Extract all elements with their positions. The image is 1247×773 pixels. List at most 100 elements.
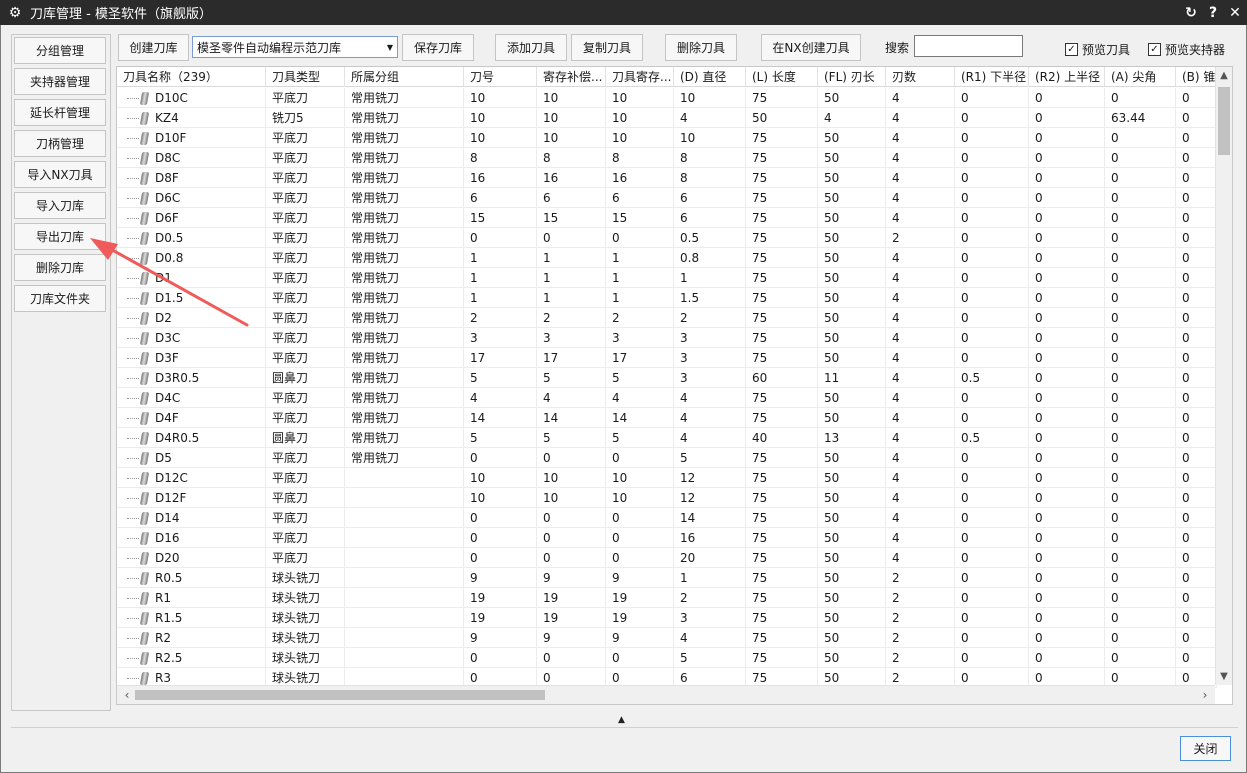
table-cell: 1: [606, 288, 674, 308]
column-header[interactable]: 所属分组: [345, 67, 464, 87]
table-cell: 3: [674, 368, 746, 388]
table-cell: 平底刀: [266, 188, 345, 208]
table-row[interactable]: D0.8 平底刀 常用铣刀 1 1 1 0.8 75 50 4 0 0 0 0: [117, 248, 1217, 268]
column-header[interactable]: (R2) 上半径: [1029, 67, 1105, 87]
vertical-scrollbar[interactable]: ▲ ▼: [1215, 67, 1232, 685]
table-row[interactable]: D3R0.5 圆鼻刀 常用铣刀 5 5 5 3 60 11 4 0.5 0 0 0: [117, 368, 1217, 388]
extension-manage-button[interactable]: 延长杆管理: [14, 99, 106, 126]
table-row[interactable]: D1 平底刀 常用铣刀 1 1 1 1 75 50 4 0 0 0 0: [117, 268, 1217, 288]
horizontal-scroll-thumb[interactable]: [135, 690, 545, 700]
table-row[interactable]: D20 平底刀 0 0 0 20 75 50 4 0 0 0 0: [117, 548, 1217, 568]
table-row[interactable]: D6F 平底刀 常用铣刀 15 15 15 6 75 50 4 0 0 0 0: [117, 208, 1217, 228]
table-cell: 常用铣刀: [345, 368, 464, 388]
table-cell: D10C: [117, 88, 266, 108]
create-library-button[interactable]: 创建刀库: [118, 34, 189, 61]
table-row[interactable]: D4R0.5 圆鼻刀 常用铣刀 5 5 5 4 40 13 4 0.5 0 0 0: [117, 428, 1217, 448]
table-row[interactable]: D2 平底刀 常用铣刀 2 2 2 2 75 50 4 0 0 0 0: [117, 308, 1217, 328]
table-cell: 50: [818, 88, 886, 108]
table-row[interactable]: D10C 平底刀 常用铣刀 10 10 10 10 75 50 4 0 0 0 0: [117, 88, 1217, 108]
preview-tool-label: 预览刀具: [1082, 43, 1131, 57]
library-folder-button[interactable]: 刀库文件夹: [14, 285, 106, 312]
import-library-button[interactable]: 导入刀库: [14, 192, 106, 219]
collapse-up-icon[interactable]: ▲: [618, 715, 625, 725]
end-mill-icon: [139, 152, 150, 165]
delete-library-button[interactable]: 删除刀库: [14, 254, 106, 281]
tree-connector: [127, 318, 139, 319]
table-row[interactable]: R1.5 球头铣刀 19 19 19 3 75 50 2 0 0 0 0: [117, 608, 1217, 628]
table-row[interactable]: D3F 平底刀 常用铣刀 17 17 17 3 75 50 4 0 0 0 0: [117, 348, 1217, 368]
table-row[interactable]: D16 平底刀 0 0 0 16 75 50 4 0 0 0 0: [117, 528, 1217, 548]
tree-connector: [127, 98, 139, 99]
create-in-nx-button[interactable]: 在NX创建刀具: [761, 34, 861, 61]
table-row[interactable]: R2.5 球头铣刀 0 0 0 5 75 50 2 0 0 0 0: [117, 648, 1217, 668]
close-button[interactable]: 关闭: [1180, 736, 1231, 761]
refresh-icon[interactable]: ↻: [1181, 5, 1201, 21]
column-header[interactable]: 刀具寄存...: [606, 67, 674, 87]
column-header[interactable]: (R1) 下半径: [955, 67, 1029, 87]
table-row[interactable]: D10F 平底刀 常用铣刀 10 10 10 10 75 50 4 0 0 0 0: [117, 128, 1217, 148]
table-row[interactable]: D14 平底刀 0 0 0 14 75 50 4 0 0 0 0: [117, 508, 1217, 528]
add-tool-button[interactable]: 添加刀具: [495, 34, 567, 61]
table-row[interactable]: D8C 平底刀 常用铣刀 8 8 8 8 75 50 4 0 0 0 0: [117, 148, 1217, 168]
vertical-scroll-thumb[interactable]: [1218, 87, 1230, 155]
column-header[interactable]: 寄存补偿...: [537, 67, 606, 87]
table-row[interactable]: D5 平底刀 常用铣刀 0 0 0 5 75 50 4 0 0 0 0: [117, 448, 1217, 468]
table-cell: [345, 588, 464, 608]
table-row[interactable]: D1.5 平底刀 常用铣刀 1 1 1 1.5 75 50 4 0 0 0 0: [117, 288, 1217, 308]
table-cell: 平底刀: [266, 528, 345, 548]
scroll-up-icon[interactable]: ▲: [1216, 67, 1232, 84]
table-cell: 0: [1029, 548, 1105, 568]
table-row[interactable]: R1 球头铣刀 19 19 19 2 75 50 2 0 0 0 0: [117, 588, 1217, 608]
table-cell: 0: [955, 288, 1029, 308]
end-mill-icon: [139, 312, 150, 325]
export-library-button[interactable]: 导出刀库: [14, 223, 106, 250]
table-row[interactable]: D4C 平底刀 常用铣刀 4 4 4 4 75 50 4 0 0 0 0: [117, 388, 1217, 408]
table-row[interactable]: D12F 平底刀 10 10 10 12 75 50 4 0 0 0 0: [117, 488, 1217, 508]
holder-manage-button[interactable]: 夹持器管理: [14, 68, 106, 95]
close-icon[interactable]: ✕: [1225, 5, 1245, 21]
table-row[interactable]: R2 球头铣刀 9 9 9 4 75 50 2 0 0 0 0: [117, 628, 1217, 648]
scroll-right-icon[interactable]: ›: [1197, 686, 1213, 704]
tool-library-window: 分组管理 夹持器管理 延长杆管理 刀柄管理 导入NX刀具 导入刀库 导出刀库 删…: [0, 25, 1247, 773]
delete-tool-button[interactable]: 删除刀具: [665, 34, 737, 61]
column-header[interactable]: (FL) 刃长: [818, 67, 886, 87]
table-cell: 4: [886, 268, 955, 288]
table-row[interactable]: D6C 平底刀 常用铣刀 6 6 6 6 75 50 4 0 0 0 0: [117, 188, 1217, 208]
tool-name: R1: [155, 591, 171, 605]
horizontal-scrollbar[interactable]: ‹ ›: [117, 685, 1215, 704]
table-row[interactable]: R0.5 球头铣刀 9 9 9 1 75 50 2 0 0 0 0: [117, 568, 1217, 588]
table-row[interactable]: D0.5 平底刀 常用铣刀 0 0 0 0.5 75 50 2 0 0 0 0: [117, 228, 1217, 248]
preview-holder-checkbox[interactable]: ✓ 预览夹持器: [1148, 41, 1225, 58]
column-header[interactable]: 刀具名称（239）: [117, 67, 266, 87]
column-header[interactable]: (A) 尖角: [1105, 67, 1176, 87]
search-input[interactable]: [914, 35, 1023, 57]
column-header[interactable]: (D) 直径: [674, 67, 746, 87]
scroll-left-icon[interactable]: ‹: [119, 686, 135, 704]
column-header[interactable]: (L) 长度: [746, 67, 818, 87]
preview-tool-checkbox[interactable]: ✓ 预览刀具: [1065, 41, 1130, 58]
column-header[interactable]: (B) 锥角: [1176, 67, 1217, 87]
scroll-down-icon[interactable]: ▼: [1216, 668, 1232, 685]
import-nx-tool-button[interactable]: 导入NX刀具: [14, 161, 106, 188]
help-icon[interactable]: ?: [1203, 5, 1223, 21]
copy-tool-button[interactable]: 复制刀具: [571, 34, 643, 61]
shank-manage-button[interactable]: 刀柄管理: [14, 130, 106, 157]
table-row[interactable]: KZ4 铣刀5 常用铣刀 10 10 10 4 50 4 4 0 0 63.44 0: [117, 108, 1217, 128]
table-cell: 0: [1176, 208, 1217, 228]
group-manage-button[interactable]: 分组管理: [14, 37, 106, 64]
table-row[interactable]: D8F 平底刀 常用铣刀 16 16 16 8 75 50 4 0 0 0 0: [117, 168, 1217, 188]
table-cell: 0: [1105, 588, 1176, 608]
table-cell: 1: [464, 248, 537, 268]
column-header[interactable]: 刃数: [886, 67, 955, 87]
column-header[interactable]: 刀具类型: [266, 67, 345, 87]
table-cell: 5: [537, 428, 606, 448]
table-row[interactable]: D3C 平底刀 常用铣刀 3 3 3 3 75 50 4 0 0 0 0: [117, 328, 1217, 348]
table-cell: 75: [746, 248, 818, 268]
table-cell: 14: [606, 408, 674, 428]
table-row[interactable]: D4F 平底刀 常用铣刀 14 14 14 4 75 50 4 0 0 0 0: [117, 408, 1217, 428]
table-row[interactable]: D12C 平底刀 10 10 10 12 75 50 4 0 0 0 0: [117, 468, 1217, 488]
library-select[interactable]: 模圣零件自动编程示范刀库 ▼: [192, 36, 398, 58]
table-cell: 3: [537, 328, 606, 348]
column-header[interactable]: 刀号: [464, 67, 537, 87]
save-library-button[interactable]: 保存刀库: [402, 34, 474, 61]
